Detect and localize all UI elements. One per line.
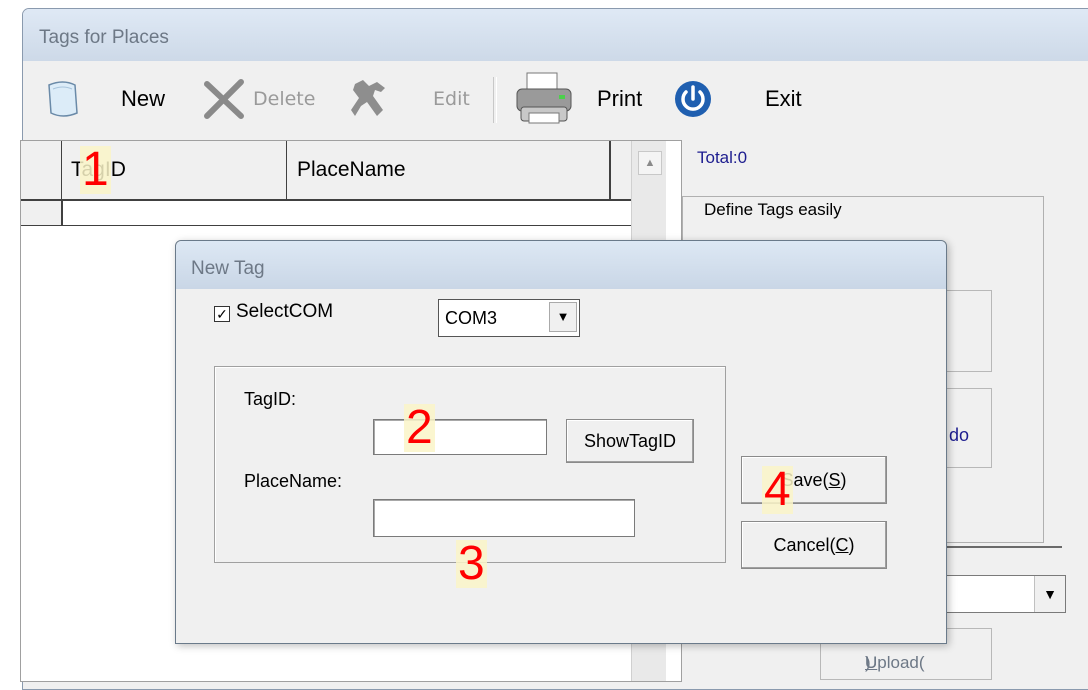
new-tag-dialog: New Tag ✓ SelectCOM COM3 ▼ TagID: ShowTa… [175,240,947,644]
new-document-icon [48,81,78,117]
window-title: Tags for Places [39,27,169,48]
scroll-up-icon[interactable]: ▲ [638,151,662,175]
total-count: Total:0 [697,148,748,167]
annotation-3: 3 [456,537,487,590]
show-tagid-button[interactable]: ShowTagID [566,419,694,463]
exit-label: Exit [765,86,802,111]
dialog-title-bar: New Tag [176,241,946,289]
window-title-bar: Tags for Places [23,9,1088,61]
table-row[interactable] [21,201,631,226]
chevron-down-icon[interactable]: ▼ [549,302,577,332]
edit-button[interactable]: Edit [347,61,470,137]
power-icon [675,81,711,117]
dialog-title: New Tag [191,258,265,279]
panel-button-2-label: do [949,425,970,445]
exit-button[interactable]: Exit [673,61,802,137]
column-header-placename[interactable]: PlaceName [287,141,611,199]
placename-label: PlaceName: [244,471,343,491]
annotation-1: 1 [80,143,111,196]
com-port-select[interactable]: COM3 ▼ [438,299,580,337]
edit-label: Edit [433,88,470,110]
cancel-button[interactable]: Cancel(C) [741,521,887,569]
grid-header: TagID PlaceName [21,141,631,201]
printer-icon [516,72,572,124]
toolbar: New Delete Edit Print Exit [23,61,1088,137]
annotation-2: 2 [404,401,435,454]
placename-input[interactable] [373,499,635,537]
tagid-input[interactable] [373,419,547,455]
chevron-down-icon[interactable]: ▼ [1034,576,1065,612]
groupbox-title: Define Tags easily [700,200,846,220]
delete-button[interactable]: Delete [201,61,315,137]
print-button[interactable]: Print [513,61,642,137]
new-label: New [121,86,166,111]
delete-x-icon [204,79,244,119]
print-label: Print [597,86,643,111]
delete-label: Delete [253,88,316,110]
select-com-label: SelectCOM [236,301,334,322]
row-selector[interactable] [21,201,63,225]
com-port-value: COM3 [445,308,498,328]
tagid-label: TagID: [244,389,297,409]
annotation-4: 4 [762,463,793,516]
toolbar-separator [493,77,497,123]
row-header-corner [21,141,62,199]
select-com-checkbox[interactable]: ✓ [214,306,230,322]
edit-tools-icon [351,80,385,116]
new-button[interactable]: New [45,61,165,137]
